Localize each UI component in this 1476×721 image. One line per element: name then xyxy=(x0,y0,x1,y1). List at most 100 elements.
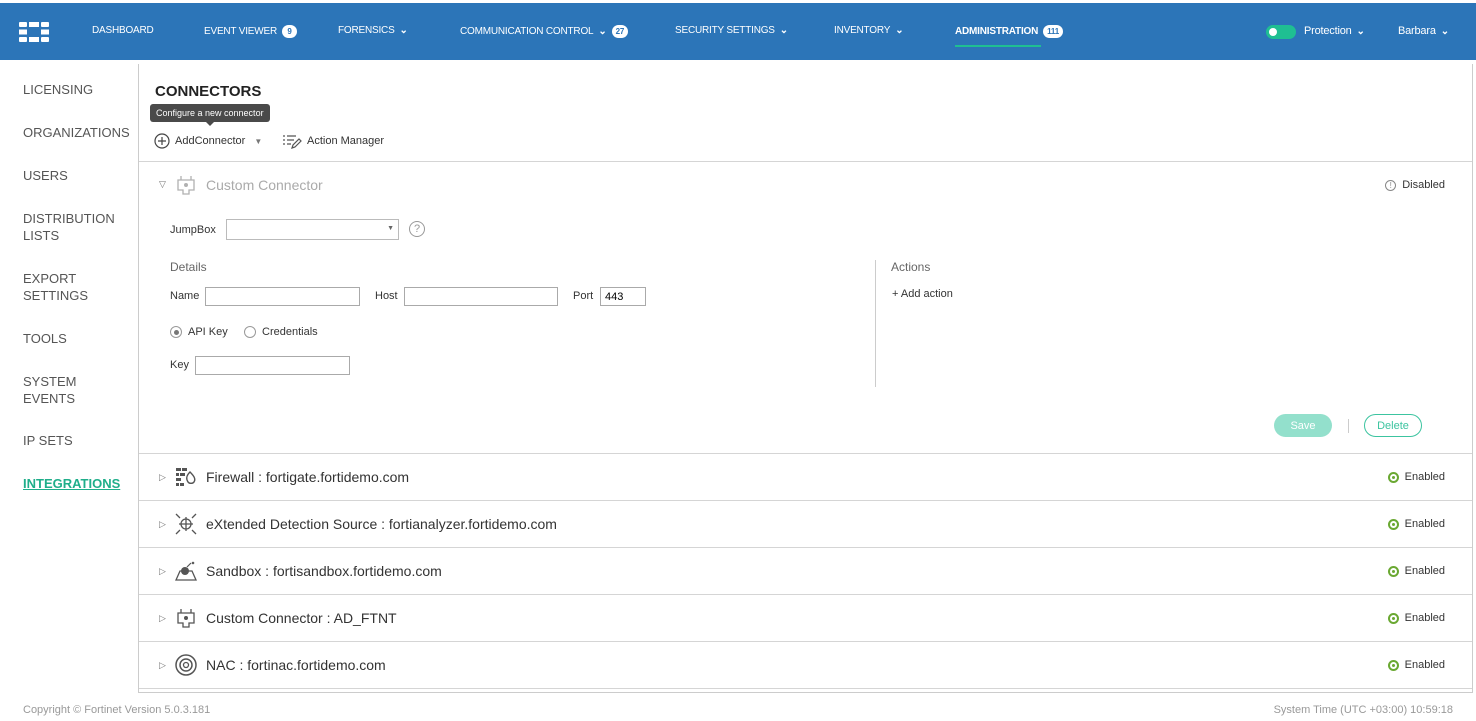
nav-dashboard[interactable]: DASHBOARD xyxy=(92,25,154,36)
status-disabled: ! Disabled xyxy=(1385,179,1445,191)
jumpbox-select[interactable]: ▼ xyxy=(226,219,399,240)
nav-inventory[interactable]: INVENTORY ⌄ xyxy=(834,25,904,36)
sidebar-item-integrations[interactable]: INTEGRATIONS xyxy=(0,475,138,492)
protection-toggle[interactable] xyxy=(1266,25,1296,39)
nav-event-viewer[interactable]: EVENT VIEWER 9 xyxy=(204,25,297,38)
host-label: Host xyxy=(375,290,398,302)
nav-forensics[interactable]: FORENSICS ⌄ xyxy=(338,25,408,36)
enabled-icon xyxy=(1387,565,1399,577)
enabled-icon xyxy=(1387,471,1399,483)
plug-icon xyxy=(177,609,195,628)
fortinet-logo-icon[interactable] xyxy=(19,22,49,42)
sidebar-item-organizations[interactable]: ORGANIZATIONS xyxy=(0,124,138,141)
page-title: CONNECTORS xyxy=(155,83,262,100)
name-input[interactable] xyxy=(205,287,360,306)
detection-icon xyxy=(175,513,197,535)
chevron-down-icon: ⌄ xyxy=(779,25,788,36)
protection-label: Protection xyxy=(1304,25,1352,37)
caret-right-icon[interactable]: ▷ xyxy=(159,613,166,624)
connector-row[interactable]: ▷ Firewall : fortigate.fortidemo.com Ena… xyxy=(139,454,1472,501)
actions-heading: Actions xyxy=(891,260,931,274)
sidebar-item-licensing[interactable]: LICENSING xyxy=(0,81,138,98)
connector-row[interactable]: ▷ NAC : fortinac.fortidemo.com Enabled xyxy=(139,642,1472,689)
key-input[interactable] xyxy=(195,356,350,375)
connector-title: Custom Connector xyxy=(206,177,323,193)
connector-label: NAC : fortinac.fortidemo.com xyxy=(206,657,386,673)
port-label: Port xyxy=(573,290,594,302)
help-icon[interactable]: ? xyxy=(409,221,425,237)
caret-right-icon[interactable]: ▷ xyxy=(159,566,166,577)
action-manager-button[interactable]: Action Manager xyxy=(282,133,384,149)
sidebar-item-tools[interactable]: TOOLS xyxy=(0,330,138,347)
caret-down-icon: ▼ xyxy=(254,136,263,146)
nav-label: EVENT VIEWER xyxy=(204,26,277,37)
list-edit-icon xyxy=(283,135,302,149)
status-enabled: Enabled xyxy=(1387,518,1445,530)
chevron-down-icon: ⌄ xyxy=(895,25,904,36)
nav-administration[interactable]: ADMINISTRATION 111 xyxy=(955,25,1063,47)
count-badge: 111 xyxy=(1043,25,1063,38)
credentials-radio[interactable]: Credentials xyxy=(244,326,318,338)
caret-down-icon: ▼ xyxy=(387,225,394,232)
save-button[interactable]: Save xyxy=(1274,414,1332,437)
firewall-icon xyxy=(176,468,196,486)
sidebar-item-distribution-lists[interactable]: DISTRIBUTION LISTS xyxy=(0,210,125,244)
protection-menu[interactable]: Protection ⌄ xyxy=(1304,25,1365,37)
nav-label: COMMUNICATION CONTROL xyxy=(460,26,594,37)
copyright: Copyright © Fortinet Version 5.0.3.181 xyxy=(23,704,211,716)
plug-icon xyxy=(177,176,195,195)
nav-communication-control[interactable]: COMMUNICATION CONTROL ⌄ 27 xyxy=(460,25,629,38)
status-label: Enabled xyxy=(1404,612,1445,624)
user-menu[interactable]: Barbara ⌄ xyxy=(1398,25,1449,37)
connector-row[interactable]: ▷ eXtended Detection Source : fortianaly… xyxy=(139,501,1472,548)
delete-button[interactable]: Delete xyxy=(1364,414,1422,437)
count-badge: 27 xyxy=(611,25,629,38)
divider xyxy=(1348,419,1349,433)
add-action-link[interactable]: + Add action xyxy=(892,288,953,300)
sidebar-item-ip-sets[interactable]: IP SETS xyxy=(0,432,138,449)
status-label: Disabled xyxy=(1402,179,1445,191)
divider xyxy=(875,260,876,387)
name-label: Name xyxy=(170,290,200,302)
port-input[interactable] xyxy=(600,287,646,306)
count-badge: 9 xyxy=(282,25,297,38)
details-heading: Details xyxy=(170,260,207,274)
status-enabled: Enabled xyxy=(1387,565,1445,577)
connector-row[interactable]: ▷ Custom Connector : AD_FTNT Enabled xyxy=(139,595,1472,642)
nav-label: SECURITY SETTINGS xyxy=(675,25,775,36)
top-nav-bar: DASHBOARD EVENT VIEWER 9 FORENSICS ⌄ COMMU… xyxy=(0,3,1476,60)
status-label: Enabled xyxy=(1404,471,1445,483)
nav-security-settings[interactable]: SECURITY SETTINGS ⌄ xyxy=(675,25,788,36)
user-name: Barbara xyxy=(1398,25,1436,37)
connector-label: Custom Connector : AD_FTNT xyxy=(206,610,397,626)
connectors-panel: CONNECTORS Configure a new connector Add… xyxy=(138,64,1473,693)
chevron-down-icon: ⌄ xyxy=(598,26,607,37)
nav-label: DASHBOARD xyxy=(92,25,154,36)
connector-row[interactable]: ▷ Sandbox : fortisandbox.fortidemo.com E… xyxy=(139,548,1472,595)
chevron-down-icon: ⌄ xyxy=(1356,25,1365,37)
radio-selected-icon xyxy=(170,326,182,338)
status-enabled: Enabled xyxy=(1387,612,1445,624)
key-label: Key xyxy=(170,359,189,371)
nav-label: FORENSICS xyxy=(338,25,395,36)
chevron-down-icon: ⌄ xyxy=(399,25,408,36)
api-key-label: API Key xyxy=(188,326,228,338)
sidebar-item-export-settings[interactable]: EXPORT SETTINGS xyxy=(0,270,110,304)
add-connector-button[interactable]: AddConnector ▼ xyxy=(154,133,262,149)
sidebar-item-users[interactable]: USERS xyxy=(0,167,138,184)
caret-right-icon[interactable]: ▷ xyxy=(159,472,166,483)
jumpbox-label: JumpBox xyxy=(170,224,216,236)
status-enabled: Enabled xyxy=(1387,659,1445,671)
api-key-radio[interactable]: API Key xyxy=(170,326,228,338)
chevron-down-icon: ⌄ xyxy=(1440,25,1449,37)
plus-circle-icon xyxy=(154,133,170,149)
caret-expanded-icon[interactable]: ▽ xyxy=(159,179,166,190)
system-time: System Time (UTC +03:00) 10:59:18 xyxy=(1273,704,1453,716)
nac-icon xyxy=(175,654,197,676)
caret-right-icon[interactable]: ▷ xyxy=(159,519,166,530)
host-input[interactable] xyxy=(404,287,558,306)
sidebar-item-system-events[interactable]: SYSTEM EVENTS xyxy=(0,373,100,407)
tooltip: Configure a new connector xyxy=(150,104,270,126)
caret-right-icon[interactable]: ▷ xyxy=(159,660,166,671)
info-icon: ! xyxy=(1385,179,1397,191)
